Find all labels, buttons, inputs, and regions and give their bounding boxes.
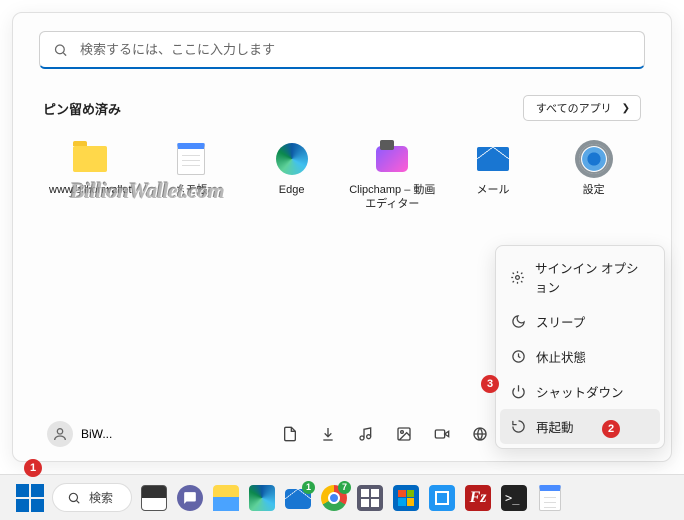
taskbar-taskview[interactable] bbox=[140, 484, 168, 512]
start-button[interactable] bbox=[16, 484, 44, 512]
filezilla-icon: Fz bbox=[465, 485, 491, 511]
footer-download-button[interactable] bbox=[311, 417, 345, 451]
app-label: 設定 bbox=[583, 183, 605, 197]
power-menu-label: スリープ bbox=[536, 312, 585, 331]
taskbar-notepad[interactable] bbox=[536, 484, 564, 512]
gear-icon bbox=[510, 269, 525, 285]
app-label: www.billionwallet bbox=[49, 183, 132, 197]
moon-icon bbox=[510, 314, 526, 330]
taskbar-screenrec[interactable] bbox=[428, 484, 456, 512]
folder-icon bbox=[72, 141, 108, 177]
pinned-app-clipchamp[interactable]: Clipchamp – 動画エディター bbox=[345, 135, 440, 218]
footer-pictures-button[interactable] bbox=[387, 417, 421, 451]
pinned-app-settings[interactable]: 設定 bbox=[546, 135, 641, 218]
app-label: Edge bbox=[279, 183, 305, 197]
taskbar-chat[interactable] bbox=[176, 484, 204, 512]
footer-network-button[interactable] bbox=[463, 417, 497, 451]
all-apps-button[interactable]: すべてのアプリ ❯ bbox=[523, 95, 641, 121]
taskbar-search-label: 検索 bbox=[89, 489, 113, 506]
pinned-app-billionwallet[interactable]: www.billionwallet bbox=[43, 135, 138, 218]
taskbar: 検索 1 7 Fz >_ bbox=[0, 474, 684, 520]
taskbar-explorer[interactable] bbox=[212, 484, 240, 512]
taskbar-mail[interactable]: 1 bbox=[284, 484, 312, 512]
clipchamp-icon bbox=[374, 141, 410, 177]
callout-1: 1 bbox=[24, 459, 42, 477]
start-menu-panel: ピン留め済み すべてのアプリ ❯ www.billionwallet メモ帳 E… bbox=[12, 12, 672, 462]
search-box-wrapper bbox=[39, 31, 645, 69]
taskbar-terminal[interactable]: >_ bbox=[500, 484, 528, 512]
pinned-grid: www.billionwallet メモ帳 Edge Clipchamp – 動… bbox=[39, 135, 645, 218]
power-menu-sleep[interactable]: スリープ bbox=[500, 304, 660, 339]
windows-logo-icon bbox=[16, 484, 44, 512]
pinned-title: ピン留め済み bbox=[43, 99, 121, 118]
notepad-icon bbox=[539, 485, 561, 511]
search-icon bbox=[53, 43, 68, 58]
pinned-header: ピン留め済み すべてのアプリ ❯ bbox=[39, 95, 645, 121]
footer-videos-button[interactable] bbox=[425, 417, 459, 451]
taskbar-search[interactable]: 検索 bbox=[52, 483, 132, 512]
footer-document-button[interactable] bbox=[273, 417, 307, 451]
app-label: Clipchamp – 動画エディター bbox=[346, 183, 438, 212]
clock-icon bbox=[510, 349, 526, 365]
app-label: メール bbox=[476, 183, 509, 197]
taskbar-filezilla[interactable]: Fz bbox=[464, 484, 492, 512]
terminal-icon: >_ bbox=[501, 485, 527, 511]
notepad-icon bbox=[173, 141, 209, 177]
power-menu-signin-options[interactable]: サインイン オプション bbox=[500, 250, 660, 304]
search-icon bbox=[67, 491, 81, 505]
taskbar-chrome[interactable]: 7 bbox=[320, 484, 348, 512]
user-name: BiW... bbox=[81, 427, 112, 441]
power-menu: サインイン オプション スリープ 休止状態 シャットダウン 再起動 bbox=[495, 245, 665, 449]
chevron-right-icon: ❯ bbox=[622, 103, 630, 114]
power-menu-shutdown[interactable]: シャットダウン bbox=[500, 374, 660, 409]
mail-icon bbox=[475, 141, 511, 177]
power-icon bbox=[510, 384, 526, 400]
power-menu-label: サインイン オプション bbox=[535, 258, 650, 296]
power-menu-label: 再起動 bbox=[536, 417, 574, 436]
taskbar-store[interactable] bbox=[392, 484, 420, 512]
power-menu-restart[interactable]: 再起動 bbox=[500, 409, 660, 444]
callout-2: 2 bbox=[602, 420, 620, 438]
badge-count: 7 bbox=[338, 481, 351, 494]
all-apps-label: すべてのアプリ bbox=[536, 100, 612, 116]
search-input[interactable] bbox=[39, 31, 645, 69]
avatar-icon bbox=[47, 421, 73, 447]
footer-music-button[interactable] bbox=[349, 417, 383, 451]
pinned-app-edge[interactable]: Edge bbox=[244, 135, 339, 218]
taskbar-calculator[interactable] bbox=[356, 484, 384, 512]
pinned-app-notepad[interactable]: メモ帳 bbox=[144, 135, 239, 218]
taskbar-edge[interactable] bbox=[248, 484, 276, 512]
power-menu-label: シャットダウン bbox=[536, 382, 624, 401]
edge-icon bbox=[274, 141, 310, 177]
app-label: メモ帳 bbox=[174, 183, 207, 197]
restart-icon bbox=[510, 419, 526, 435]
power-menu-label: 休止状態 bbox=[536, 347, 586, 366]
power-menu-hibernate[interactable]: 休止状態 bbox=[500, 339, 660, 374]
pinned-app-mail[interactable]: メール bbox=[446, 135, 541, 218]
settings-gear-icon bbox=[576, 141, 612, 177]
user-chip[interactable]: BiW... bbox=[39, 417, 120, 451]
badge-count: 1 bbox=[302, 481, 315, 494]
callout-3: 3 bbox=[481, 375, 499, 393]
